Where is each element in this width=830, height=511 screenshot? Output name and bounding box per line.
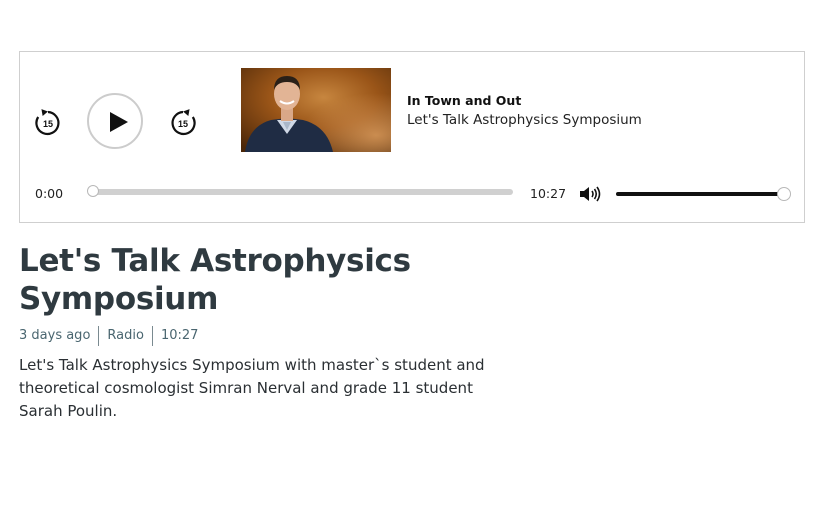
episode-meta: 3 days ago Radio 10:27 bbox=[19, 326, 206, 346]
episode-category: Radio bbox=[107, 328, 144, 343]
progress-handle[interactable] bbox=[87, 185, 99, 197]
episode-title: Let's Talk Astrophysics Symposium bbox=[19, 243, 411, 317]
volume-button[interactable] bbox=[579, 186, 601, 202]
volume-slider[interactable] bbox=[616, 187, 791, 201]
episode-thumbnail bbox=[241, 68, 391, 152]
episode-age: 3 days ago bbox=[19, 328, 91, 343]
show-name: In Town and Out bbox=[407, 93, 522, 108]
volume-handle[interactable] bbox=[777, 187, 791, 201]
duration-time: 10:27 bbox=[530, 186, 567, 201]
player-episode-title: Let's Talk Astrophysics Symposium bbox=[407, 112, 642, 128]
forward-15-button[interactable]: 15 bbox=[168, 107, 198, 137]
forward-15-icon: 15 bbox=[171, 109, 196, 136]
episode-duration: 10:27 bbox=[160, 328, 199, 343]
rewind-15-button[interactable]: 15 bbox=[33, 107, 63, 137]
audio-player: 15 15 In Town and Out Let's Talk Astroph… bbox=[19, 51, 805, 223]
progress-bar[interactable] bbox=[87, 185, 513, 197]
play-button[interactable] bbox=[87, 93, 143, 149]
rewind-15-label: 15 bbox=[43, 119, 53, 129]
rewind-15-icon: 15 bbox=[35, 109, 60, 136]
episode-description: Let's Talk Astrophysics Symposium with m… bbox=[19, 356, 485, 420]
play-icon bbox=[110, 112, 128, 132]
forward-15-label: 15 bbox=[178, 119, 188, 129]
volume-icon bbox=[580, 186, 601, 202]
current-time: 0:00 bbox=[35, 186, 64, 201]
